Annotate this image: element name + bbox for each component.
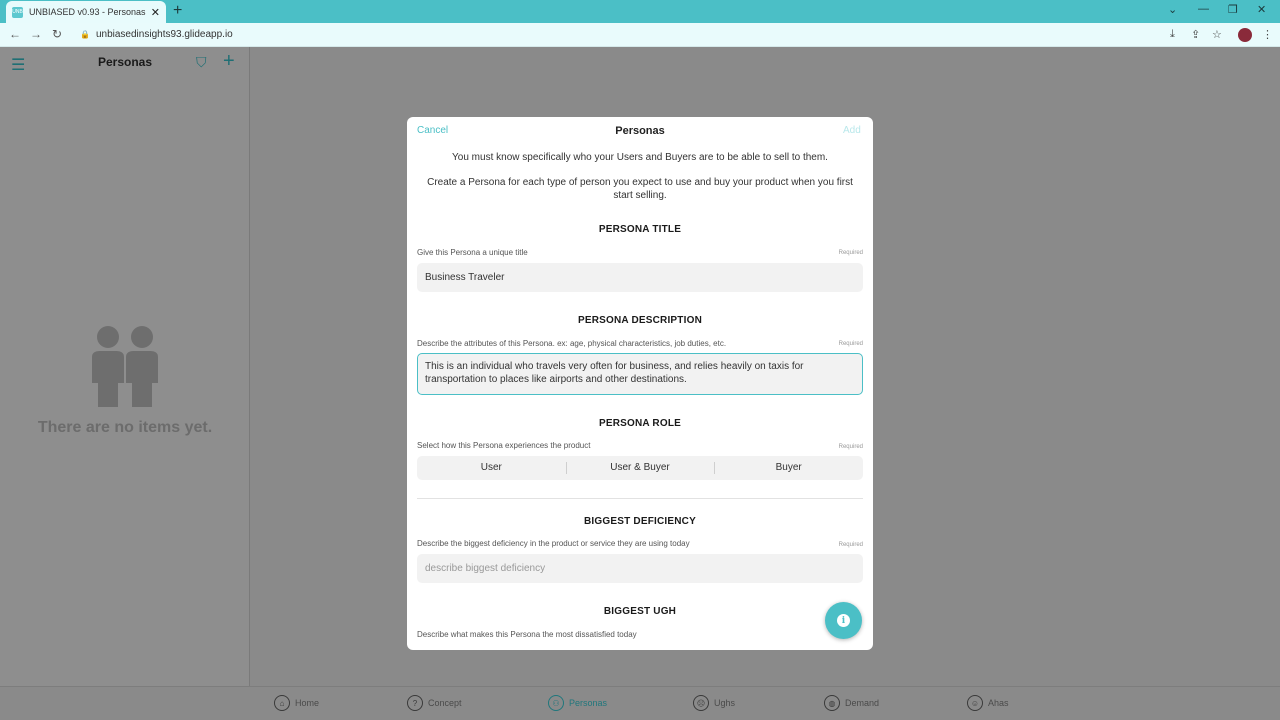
intro-text-2: Create a Persona for each type of person…	[427, 177, 853, 201]
nav-label: Concept	[428, 698, 462, 708]
install-icon[interactable]: ⤓	[1170, 28, 1175, 41]
globe-icon: ◍	[824, 695, 840, 711]
people-icon: ⚇	[548, 695, 564, 711]
browser-toolbar: ← → ↻ 🔒 unbiasedinsights93.glideapp.io ⤓…	[0, 23, 1280, 47]
persona-description-heading: PERSONA DESCRIPTION	[577, 315, 702, 326]
section-divider	[417, 498, 863, 499]
forward-icon[interactable]: →	[30, 27, 42, 41]
nav-label: Demand	[845, 698, 880, 708]
bookmark-star-icon[interactable]: ☆	[1212, 28, 1222, 41]
question-icon: ?	[407, 695, 423, 711]
nav-home[interactable]: ⌂ Home	[274, 695, 319, 711]
browser-tabstrip: UNB UNBIASED v0.93 - Personas ✕ + ⌄ — ❐ …	[0, 0, 1280, 23]
persona-list-panel: ☰ Personas ⛉ + There are no items yet.	[0, 47, 250, 686]
nav-label: Ughs	[714, 698, 736, 708]
close-window-icon[interactable]: ✕	[1257, 3, 1266, 16]
persona-description-textarea[interactable]: This is an individual who travels very o…	[417, 353, 863, 395]
lock-icon: 🔒	[80, 30, 90, 39]
required-badge: Required	[838, 444, 863, 450]
nav-personas[interactable]: ⚇ Personas	[548, 695, 607, 711]
add-persona-modal: Personas Cancel Add You must know specif…	[407, 117, 873, 650]
bottom-nav: ⌂ Home ? Concept ⚇ Personas ☹ Ughs ◍ Dem…	[0, 686, 1280, 720]
reload-icon[interactable]: ↻	[52, 27, 62, 41]
biggest-deficiency-input[interactable]: describe biggest deficiency	[417, 554, 863, 583]
more-menu-icon[interactable]: ⋮	[1262, 28, 1273, 41]
add-persona-icon[interactable]: +	[223, 50, 235, 73]
persona-description-label: Describe the attributes of this Persona.…	[417, 339, 727, 348]
cancel-button[interactable]: Cancel	[417, 125, 448, 136]
url-text: unbiasedinsights93.glideapp.io	[95, 29, 233, 40]
minimize-icon[interactable]: —	[1198, 3, 1209, 15]
share-icon[interactable]: ⇪	[1191, 28, 1200, 41]
smile-icon: ☺	[967, 695, 983, 711]
required-badge: Required	[838, 341, 863, 347]
profile-avatar[interactable]	[1238, 28, 1252, 42]
nav-label: Personas	[569, 698, 608, 708]
browser-tab[interactable]: UNB UNBIASED v0.93 - Personas ✕	[6, 1, 166, 23]
nav-ughs[interactable]: ☹ Ughs	[693, 695, 735, 711]
home-icon: ⌂	[274, 695, 290, 711]
back-icon[interactable]: ←	[9, 27, 21, 41]
required-badge: Required	[838, 542, 863, 548]
favicon-icon: UNB	[12, 6, 23, 18]
tab-search-icon[interactable]: ⌄	[1168, 3, 1177, 16]
info-fab-button[interactable]: i	[825, 602, 862, 639]
persona-title-label: Give this Persona a unique title	[417, 248, 528, 257]
panel-title: Personas	[97, 55, 153, 69]
filter-icon[interactable]: ⛉	[196, 54, 207, 71]
biggest-deficiency-heading: BIGGEST DEFICIENCY	[584, 516, 696, 527]
frown-icon: ☹	[693, 695, 709, 711]
info-icon: i	[837, 614, 850, 627]
empty-state-text: There are no items yet.	[37, 419, 213, 436]
role-option-user-buyer[interactable]: User & Buyer	[565, 456, 715, 480]
nav-demand[interactable]: ◍ Demand	[824, 695, 879, 711]
new-tab-icon[interactable]: +	[173, 2, 182, 20]
biggest-ugh-heading: BIGGEST UGH	[603, 606, 677, 617]
nav-concept[interactable]: ? Concept	[407, 695, 462, 711]
role-option-buyer[interactable]: Buyer	[714, 456, 863, 480]
nav-ahas[interactable]: ☺ Ahas	[967, 695, 1009, 711]
biggest-deficiency-label: Describe the biggest deficiency in the p…	[417, 539, 690, 548]
people-empty-icon	[92, 326, 158, 407]
persona-role-heading: PERSONA ROLE	[598, 418, 682, 429]
role-option-user[interactable]: User	[417, 456, 566, 480]
nav-label: Ahas	[988, 698, 1009, 708]
persona-role-segmented: User User & Buyer Buyer	[417, 456, 863, 480]
nav-label: Home	[295, 698, 320, 708]
persona-title-heading: PERSONA TITLE	[598, 224, 682, 235]
persona-title-input[interactable]: Business Traveler	[417, 263, 863, 292]
persona-role-label: Select how this Persona experiences the …	[417, 441, 591, 450]
modal-title: Personas	[615, 125, 665, 137]
address-bar[interactable]: 🔒 unbiasedinsights93.glideapp.io	[72, 25, 1162, 44]
restore-icon[interactable]: ❐	[1228, 3, 1238, 16]
add-button[interactable]: Add	[843, 125, 861, 136]
required-badge: Required	[838, 250, 863, 256]
intro-text-1: You must know specifically who your User…	[452, 152, 828, 163]
tab-title: UNBIASED v0.93 - Personas	[29, 7, 146, 17]
close-tab-icon[interactable]: ✕	[151, 6, 160, 19]
biggest-ugh-label: Describe what makes this Persona the mos…	[417, 630, 637, 639]
